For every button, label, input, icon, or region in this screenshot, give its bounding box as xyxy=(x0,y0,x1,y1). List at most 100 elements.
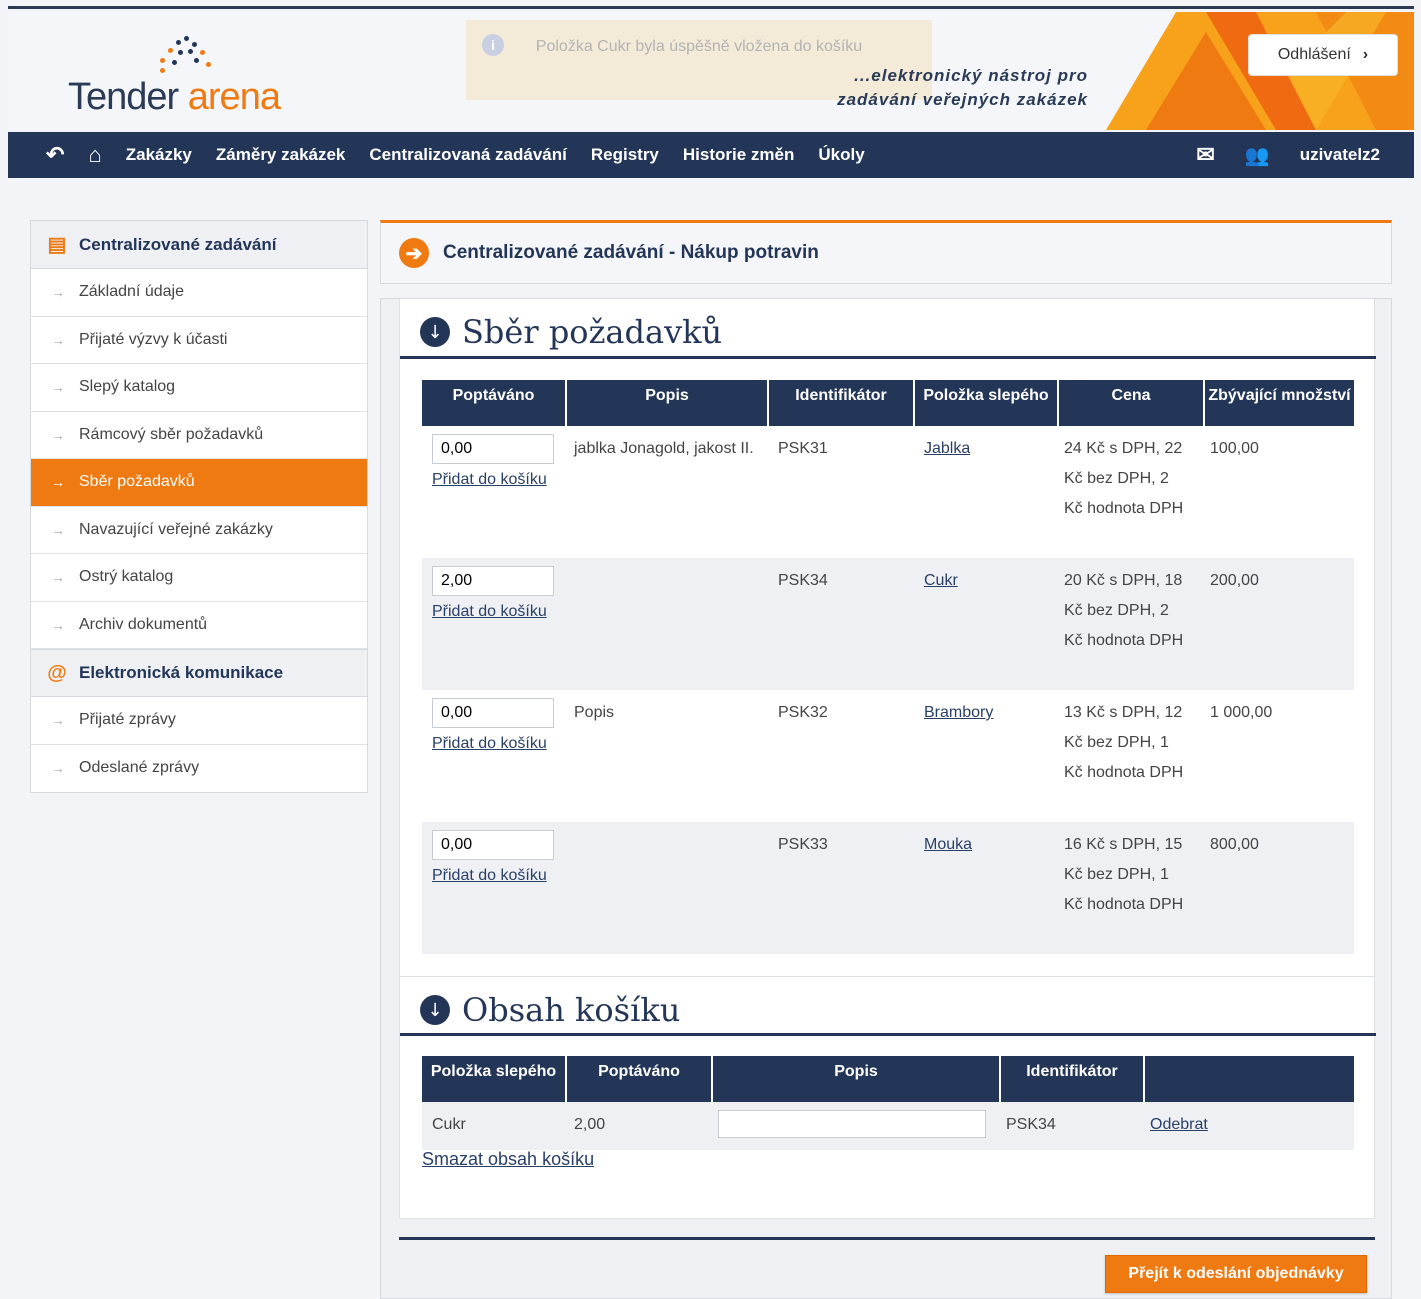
col-popis[interactable]: Popis xyxy=(712,1056,1001,1102)
sidebar-item-sber-pozadavku[interactable]: → Sběr požadavků xyxy=(31,459,367,507)
item-link[interactable]: Mouka xyxy=(924,836,972,853)
clipboard-icon: ▤ xyxy=(47,234,67,256)
requests-title: Sběr požadavků xyxy=(462,313,723,351)
cart-panel: ↓ Obsah košíku Položka slepého Poptáváno… xyxy=(399,977,1376,1219)
cart-section-title[interactable]: ↓ Obsah košíku xyxy=(420,991,680,1029)
quantity-input[interactable] xyxy=(432,434,554,464)
sidebar-group-title: Centralizované zadávání xyxy=(79,234,277,254)
cart-item: Cukr xyxy=(422,1102,566,1150)
logo[interactable]: Tender arena xyxy=(68,76,281,119)
page-title-box: ➔ Centralizované zadávání - Nákup potrav… xyxy=(380,220,1392,284)
mail-icon[interactable]: ✉ xyxy=(1196,142,1214,168)
logout-button[interactable]: Odhlášení › xyxy=(1248,34,1398,76)
nav-centralizovana-zadavani[interactable]: Centralizovaná zadávání xyxy=(369,145,566,165)
cart-table-header: Položka slepého Poptáváno Popis Identifi… xyxy=(422,1056,1354,1102)
requests-title-rule xyxy=(400,356,1376,359)
sidebar-item-ramcovy-sber[interactable]: → Rámcový sběr požadavků xyxy=(31,412,367,459)
col-identifikator[interactable]: Identifikátor xyxy=(768,380,915,426)
users-icon[interactable]: 👥 xyxy=(1245,143,1270,168)
remove-link[interactable]: Odebrat xyxy=(1150,1116,1208,1133)
logo-dots-icon xyxy=(154,36,214,76)
nav-ukoly[interactable]: Úkoly xyxy=(818,145,864,165)
nav-registry[interactable]: Registry xyxy=(591,145,659,165)
sidebar-group-elektronicka-komunikace[interactable]: @ Elektronická komunikace xyxy=(31,649,367,697)
chevron-right-icon: › xyxy=(1362,46,1369,63)
row-id: PSK34 xyxy=(768,558,914,690)
col-identifikator[interactable]: Identifikátor xyxy=(1000,1056,1145,1102)
row-remaining: 800,00 xyxy=(1204,822,1354,954)
row-price: 13 Kč s DPH, 12 Kč bez DPH, 1 Kč hodnota… xyxy=(1064,704,1184,781)
row-price: 20 Kč s DPH, 18 Kč bez DPH, 2 Kč hodnota… xyxy=(1058,558,1204,690)
sidebar-item-label: Ostrý katalog xyxy=(79,568,174,586)
arrow-right-icon: → xyxy=(51,760,65,777)
sidebar-item-label: Sběr požadavků xyxy=(79,473,195,491)
tagline-line2: zadávání veřejných zakázek xyxy=(837,90,1088,109)
sidebar-item-archiv-dokumentu[interactable]: → Archiv dokumentů xyxy=(31,602,367,649)
sidebar-item-odeslane-zpravy[interactable]: → Odeslané zprávy xyxy=(31,745,367,793)
col-popis[interactable]: Popis xyxy=(566,380,769,426)
row-price: 24 Kč s DPH, 22 Kč bez DPH, 2 Kč hodnota… xyxy=(1064,440,1184,517)
sidebar-item-label: Archiv dokumentů xyxy=(79,615,208,633)
add-to-cart-link[interactable]: Přidat do košíku xyxy=(432,466,566,494)
cart-qty: 2,00 xyxy=(566,1102,712,1150)
add-to-cart-link[interactable]: Přidat do košíku xyxy=(432,598,566,626)
username[interactable]: uzivatelz2 xyxy=(1300,145,1380,165)
col-poptavano[interactable]: Poptáváno xyxy=(422,380,567,426)
clear-cart-link[interactable]: Smazat obsah košíku xyxy=(422,1149,594,1170)
nav-zamery-zakazek[interactable]: Záměry zakázek xyxy=(216,145,345,165)
sidebar-item-slepy-katalog[interactable]: → Slepý katalog xyxy=(31,364,367,412)
col-poptavano[interactable]: Poptáváno xyxy=(566,1056,713,1102)
at-icon: @ xyxy=(47,661,67,684)
col-cena[interactable]: Cena xyxy=(1058,380,1205,426)
item-link[interactable]: Cukr xyxy=(924,572,958,589)
col-zbyvajici-mnozstvi[interactable]: Zbývající množství xyxy=(1204,380,1354,426)
add-to-cart-link[interactable]: Přidat do košíku xyxy=(432,730,566,758)
cart-description-input[interactable] xyxy=(718,1110,986,1138)
info-icon: i xyxy=(482,34,504,56)
home-icon[interactable]: ⌂ xyxy=(88,142,101,168)
proceed-to-order-button[interactable]: Přejít k odeslání objednávky xyxy=(1105,1255,1367,1293)
table-row: Přidat do košíku PSK34 Cukr 20 Kč s DPH,… xyxy=(422,558,1354,690)
item-link[interactable]: Brambory xyxy=(924,704,993,721)
navbar-right: ✉ 👥 uzivatelz2 xyxy=(1196,132,1380,178)
requests-table-header: Poptáváno Popis Identifikátor Položka sl… xyxy=(422,380,1354,426)
add-to-cart-link[interactable]: Přidat do košíku xyxy=(432,862,566,890)
quantity-input[interactable] xyxy=(432,566,554,596)
sidebar-group-centralizovane-zadavani[interactable]: ▤ Centralizované zadávání xyxy=(31,221,367,269)
sidebar: ▤ Centralizované zadávání → Základní údaj… xyxy=(30,220,368,793)
sidebar-item-label: Přijaté zprávy xyxy=(79,711,176,729)
requests-table: Poptáváno Popis Identifikátor Položka sl… xyxy=(422,380,1354,954)
requests-section-title[interactable]: ↓ Sběr požadavků xyxy=(420,313,722,351)
cart-title-rule xyxy=(400,1033,1376,1036)
sidebar-item-zakladni-udaje[interactable]: → Základní údaje xyxy=(31,269,367,317)
arrow-right-icon: → xyxy=(51,474,65,491)
quantity-input[interactable] xyxy=(432,698,554,728)
sidebar-item-prijate-zpravy[interactable]: → Přijaté zprávy xyxy=(31,697,367,745)
nav-zakazky[interactable]: Zakázky xyxy=(126,145,192,165)
item-link[interactable]: Jablka xyxy=(924,440,970,457)
sidebar-item-navazujici-zakazky[interactable]: → Navazující veřejné zakázky xyxy=(31,507,367,554)
nav-historie-zmen[interactable]: Historie změn xyxy=(683,145,794,165)
requests-panel: ↓ Sběr požadavků Poptáváno Popis Identif… xyxy=(399,299,1376,977)
arrow-right-icon: → xyxy=(51,521,65,538)
sidebar-item-label: Slepý katalog xyxy=(79,378,176,396)
quantity-input[interactable] xyxy=(432,830,554,860)
arrow-right-icon: → xyxy=(51,712,65,729)
sidebar-item-label: Navazující veřejné zakázky xyxy=(79,520,273,538)
table-row: Přidat do košíku Popis PSK32 Brambory 13… xyxy=(422,690,1354,822)
tagline: ...elektronický nástroj pro zadávání veř… xyxy=(798,64,1088,112)
col-actions xyxy=(1144,1056,1354,1102)
back-icon[interactable]: ↶ xyxy=(46,142,64,168)
arrow-right-icon: → xyxy=(51,569,65,586)
arrow-right-icon: → xyxy=(51,331,65,348)
col-polozka-slepeho[interactable]: Položka slepého xyxy=(422,1056,567,1102)
sidebar-item-prijate-vyzvy[interactable]: → Přijaté výzvy k účasti xyxy=(31,317,367,364)
row-price: 16 Kč s DPH, 15 Kč bez DPH, 1 Kč hodnota… xyxy=(1058,822,1204,954)
sidebar-group-title: Elektronická komunikace xyxy=(79,663,284,682)
sidebar-item-label: Odeslané zprávy xyxy=(79,759,200,777)
sidebar-item-ostry-katalog[interactable]: → Ostrý katalog xyxy=(31,554,367,602)
row-id: PSK33 xyxy=(768,822,914,954)
row-remaining: 1 000,00 xyxy=(1210,704,1273,721)
col-polozka-slepeho[interactable]: Položka slepého xyxy=(914,380,1059,426)
row-remaining: 100,00 xyxy=(1210,440,1259,457)
